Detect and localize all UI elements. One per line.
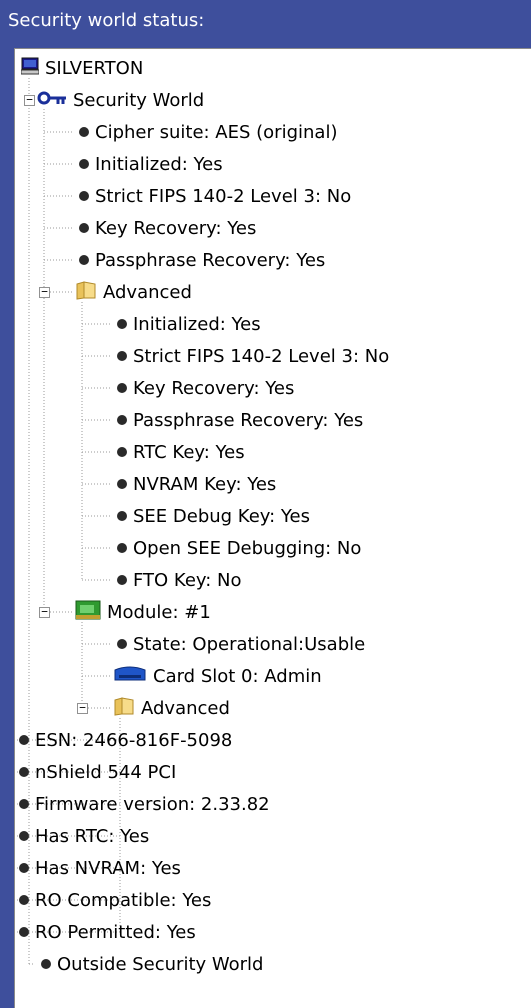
- bullet-icon: [41, 959, 51, 969]
- tree-leaf-module-advanced[interactable]: RO Permitted: Yes: [15, 917, 196, 947]
- tree-leaf-module-advanced[interactable]: Has RTC: Yes: [15, 821, 149, 851]
- tree-node-label: Passphrase Recovery: Yes: [95, 249, 326, 271]
- tree-leaf-security-world[interactable]: Key Recovery: Yes: [75, 213, 256, 243]
- tree-leaf-module-state[interactable]: State: Operational:Usable: [113, 629, 365, 659]
- tree-leaf-module-advanced[interactable]: nShield 544 PCI: [15, 757, 176, 787]
- tree-leaf-advanced[interactable]: RTC Key: Yes: [113, 437, 245, 467]
- bullet-icon: [117, 447, 127, 457]
- bullet-icon: [117, 639, 127, 649]
- tree-node-label: Key Recovery: Yes: [95, 217, 257, 239]
- collapse-toggle-icon[interactable]: −: [39, 286, 50, 298]
- tree-node-label: Open SEE Debugging: No: [133, 537, 362, 559]
- bullet-icon: [19, 799, 29, 809]
- tree-leaf-advanced[interactable]: Initialized: Yes: [113, 309, 261, 339]
- tree-leaf-advanced[interactable]: Strict FIPS 140-2 Level 3: No: [113, 341, 389, 371]
- bullet-icon: [79, 159, 89, 169]
- tree-node-label: RO Permitted: Yes: [35, 921, 196, 943]
- tree-leaf-security-world[interactable]: Passphrase Recovery: Yes: [75, 245, 325, 275]
- bullet-icon: [79, 255, 89, 265]
- card-slot-icon: [113, 666, 147, 687]
- tree-node-label: Initialized: Yes: [133, 313, 261, 335]
- bullet-icon: [117, 543, 127, 553]
- bullet-icon: [117, 319, 127, 329]
- tree-leaf-security-world[interactable]: Strict FIPS 140-2 Level 3: No: [75, 181, 351, 211]
- bullet-icon: [19, 927, 29, 937]
- tree-node-label: Key Recovery: Yes: [133, 377, 295, 399]
- folder-icon: [113, 696, 135, 721]
- tree-leaf-module-advanced[interactable]: ESN: 2466-816F-5098: [15, 725, 232, 755]
- tree-node-label: Has NVRAM: Yes: [35, 857, 181, 879]
- bullet-icon: [79, 127, 89, 137]
- module-icon: [75, 600, 101, 625]
- collapse-toggle-icon[interactable]: −: [77, 702, 88, 714]
- tree-node-label: SEE Debug Key: Yes: [133, 505, 310, 527]
- bullet-icon: [19, 895, 29, 905]
- collapse-toggle-icon[interactable]: −: [39, 606, 50, 618]
- bullet-icon: [117, 479, 127, 489]
- tree-node-card-slot[interactable]: Card Slot 0: Admin: [113, 661, 322, 691]
- tree-node-label: Cipher suite: AES (original): [95, 121, 338, 143]
- bullet-icon: [117, 575, 127, 585]
- tree-node-label: nShield 544 PCI: [35, 761, 177, 783]
- bullet-icon: [79, 223, 89, 233]
- tree-node-label: State: Operational:Usable: [133, 633, 366, 655]
- tree-leaf-security-world[interactable]: Initialized: Yes: [75, 149, 223, 179]
- tree-node-label: Initialized: Yes: [95, 153, 223, 175]
- collapse-toggle-icon[interactable]: −: [24, 94, 35, 106]
- window-title: Security world status:: [0, 0, 531, 42]
- bullet-icon: [19, 831, 29, 841]
- tree-node-label: Advanced: [141, 697, 230, 719]
- tree-leaf-advanced[interactable]: SEE Debug Key: Yes: [113, 501, 310, 531]
- tree-leaf-advanced[interactable]: NVRAM Key: Yes: [113, 469, 276, 499]
- tree-node-label: Passphrase Recovery: Yes: [133, 409, 364, 431]
- bullet-icon: [117, 511, 127, 521]
- tree-node-module[interactable]: Module: #1: [75, 597, 211, 627]
- bullet-icon: [79, 191, 89, 201]
- tree-node-label: RO Compatible: Yes: [35, 889, 212, 911]
- tree-leaf-advanced[interactable]: Open SEE Debugging: No: [113, 533, 361, 563]
- tree-node-label: Strict FIPS 140-2 Level 3: No: [95, 185, 352, 207]
- tree-node-label: NVRAM Key: Yes: [133, 473, 277, 495]
- tree-node-label: Card Slot 0: Admin: [153, 665, 322, 687]
- bullet-icon: [117, 383, 127, 393]
- tree-node-label: Strict FIPS 140-2 Level 3: No: [133, 345, 390, 367]
- bullet-icon: [19, 863, 29, 873]
- tree-leaf-module-advanced[interactable]: Firmware version: 2.33.82: [15, 789, 270, 819]
- tree-node-label: RTC Key: Yes: [133, 441, 245, 463]
- tree-node-label: Outside Security World: [57, 953, 264, 975]
- security-world-tree: SILVERTON Security World Cipher suite: AES…: [15, 49, 531, 1008]
- tree-view[interactable]: SILVERTON Security World Cipher suite: AES…: [14, 48, 531, 1008]
- tree-leaf-advanced[interactable]: FTO Key: No: [113, 565, 242, 595]
- tree-leaf-advanced[interactable]: Key Recovery: Yes: [113, 373, 294, 403]
- tree-node-label: FTO Key: No: [133, 569, 242, 591]
- tree-leaf-advanced[interactable]: Passphrase Recovery: Yes: [113, 405, 363, 435]
- folder-icon: [75, 280, 97, 305]
- tree-leaf-security-world[interactable]: Cipher suite: AES (original): [75, 117, 337, 147]
- tree-node-label: Module: #1: [107, 601, 211, 623]
- tree-node-label: Advanced: [103, 281, 192, 303]
- tree-node-label: Security World: [73, 89, 205, 111]
- tree-node-label: Firmware version: 2.33.82: [35, 793, 270, 815]
- tree-node-module-advanced[interactable]: Advanced: [113, 693, 230, 723]
- bullet-icon: [117, 415, 127, 425]
- tree-node-label: ESN: 2466-816F-5098: [35, 729, 233, 751]
- tree-node-label: SILVERTON: [45, 57, 144, 79]
- bullet-icon: [19, 735, 29, 745]
- key-icon: [37, 89, 67, 112]
- tree-node-outside-security-world[interactable]: Outside Security World: [37, 949, 263, 979]
- tree-leaf-module-advanced[interactable]: RO Compatible: Yes: [15, 885, 211, 915]
- tree-node-advanced[interactable]: Advanced: [75, 277, 192, 307]
- bullet-icon: [19, 767, 29, 777]
- computer-icon: [20, 57, 40, 80]
- tree-node-silverton[interactable]: SILVERTON: [20, 53, 144, 83]
- bullet-icon: [117, 351, 127, 361]
- tree-node-label: Has RTC: Yes: [35, 825, 150, 847]
- tree-node-security-world[interactable]: Security World: [37, 85, 204, 115]
- tree-leaf-module-advanced[interactable]: Has NVRAM: Yes: [15, 853, 181, 883]
